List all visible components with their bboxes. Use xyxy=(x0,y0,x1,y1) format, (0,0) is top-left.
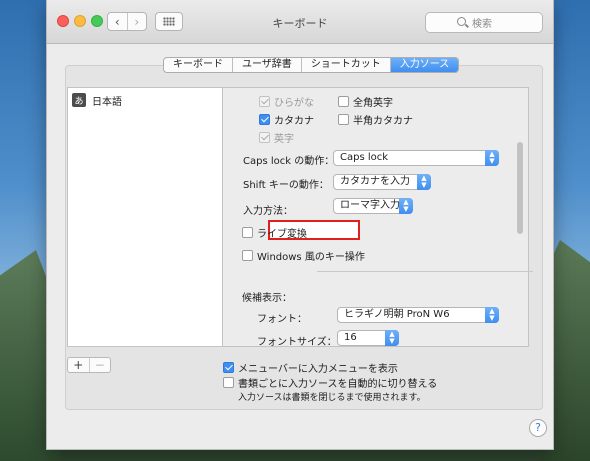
show-input-menu-label: メニューバーに入力メニューを表示 xyxy=(238,364,398,375)
hiragana-label: ひらがな xyxy=(274,98,314,109)
input-method-label: 入力方法： xyxy=(243,206,293,217)
show-input-menu-option[interactable]: メニューバーに入力メニューを表示 xyxy=(223,360,398,375)
mode-katakana[interactable]: カタカナ xyxy=(259,112,314,127)
zenkaku-eiji-label: 全角英字 xyxy=(353,98,393,109)
live-conversion-option[interactable]: ライブ変換 xyxy=(242,225,307,240)
tab-bar: キーボード ユーザ辞書 ショートカット 入力ソース xyxy=(163,57,460,73)
input-source-japanese[interactable]: あ 日本語 xyxy=(68,90,222,110)
options-scrollbar[interactable] xyxy=(517,142,523,234)
caps-lock-value: Caps lock xyxy=(340,152,389,163)
font-popup[interactable]: ヒラギノ明朝 ProN W6 ▲ ▼ xyxy=(337,307,499,323)
tab-keyboard[interactable]: キーボード xyxy=(164,58,233,72)
caps-lock-label: Caps lock の動作： xyxy=(243,156,335,167)
tab-user-dictionary[interactable]: ユーザ辞書 xyxy=(233,58,302,72)
hiragana-checkbox[interactable] xyxy=(259,96,270,107)
separator xyxy=(317,271,533,272)
help-button[interactable]: ? xyxy=(529,419,547,437)
input-source-label: 日本語 xyxy=(92,96,122,108)
remove-source-button[interactable]: − xyxy=(88,358,111,372)
shift-popup[interactable]: カタカナを入力 ▲ ▼ xyxy=(333,174,431,190)
search-placeholder: 検索 xyxy=(472,19,492,30)
font-label: フォント： xyxy=(257,314,307,325)
chevron-updown-icon: ▲ ▼ xyxy=(399,198,413,214)
chevron-updown-icon: ▲ ▼ xyxy=(485,307,499,323)
auto-switch-checkbox[interactable] xyxy=(223,377,234,388)
candidates-title: 候補表示： xyxy=(242,293,292,304)
mode-zenkaku-eiji[interactable]: 全角英字 xyxy=(338,94,393,109)
search-field[interactable]: 検索 xyxy=(425,12,543,33)
font-size-label: フォントサイズ： xyxy=(257,337,337,348)
auto-switch-option[interactable]: 書類ごとに入力ソースを自動的に切り替える xyxy=(223,375,437,390)
show-input-menu-checkbox[interactable] xyxy=(223,362,234,373)
windows-keys-checkbox[interactable] xyxy=(242,250,253,261)
font-size-value: 16 xyxy=(344,332,357,343)
title-bar: ‹ › キーボード 検索 xyxy=(47,0,553,44)
shift-value: カタカナを入力 xyxy=(340,176,410,187)
tab-input-sources[interactable]: 入力ソース xyxy=(390,58,459,72)
chevron-updown-icon: ▲ ▼ xyxy=(417,174,431,190)
chevron-updown-icon: ▲ ▼ xyxy=(385,330,399,346)
list-buttons: + − xyxy=(67,357,111,373)
mode-eiji[interactable]: 英字 xyxy=(259,130,294,145)
chevron-updown-icon: ▲ ▼ xyxy=(485,150,499,166)
tab-shortcuts[interactable]: ショートカット xyxy=(302,58,391,72)
shift-label: Shift キーの動作： xyxy=(243,180,329,191)
mode-hiragana[interactable]: ひらがな xyxy=(259,94,314,109)
input-source-list: あ 日本語 xyxy=(67,87,223,347)
auto-switch-label: 書類ごとに入力ソースを自動的に切り替える xyxy=(238,379,438,390)
font-size-popup[interactable]: 16 ▲ ▼ xyxy=(337,330,399,346)
windows-keys-label: Windows 風のキー操作 xyxy=(257,252,365,263)
auto-switch-note: 入力ソースは書類を閉じるまで使用されます。 xyxy=(238,393,426,403)
input-method-popup[interactable]: ローマ字入力 ▲ ▼ xyxy=(333,198,413,214)
eiji-checkbox[interactable] xyxy=(259,132,270,143)
hankaku-katakana-label: 半角カタカナ xyxy=(353,116,413,127)
windows-keys-option[interactable]: Windows 風のキー操作 xyxy=(242,248,365,263)
japanese-input-icon: あ xyxy=(72,93,86,107)
mode-hankaku-katakana[interactable]: 半角カタカナ xyxy=(338,112,413,127)
katakana-checkbox[interactable] xyxy=(259,114,270,125)
katakana-label: カタカナ xyxy=(274,116,314,127)
add-source-button[interactable]: + xyxy=(68,358,89,372)
live-conversion-checkbox[interactable] xyxy=(242,227,253,238)
eiji-label: 英字 xyxy=(274,134,294,145)
zenkaku-eiji-checkbox[interactable] xyxy=(338,96,349,107)
live-conversion-label: ライブ変換 xyxy=(257,229,307,240)
input-method-value: ローマ字入力 xyxy=(340,200,400,211)
caps-lock-popup[interactable]: Caps lock ▲ ▼ xyxy=(333,150,499,166)
keyboard-prefs-window: ‹ › キーボード 検索 キーボード ユーザ辞書 ショートカット 入力ソース あ… xyxy=(46,0,554,450)
hankaku-katakana-checkbox[interactable] xyxy=(338,114,349,125)
font-value: ヒラギノ明朝 ProN W6 xyxy=(344,309,450,320)
search-icon xyxy=(457,17,466,26)
